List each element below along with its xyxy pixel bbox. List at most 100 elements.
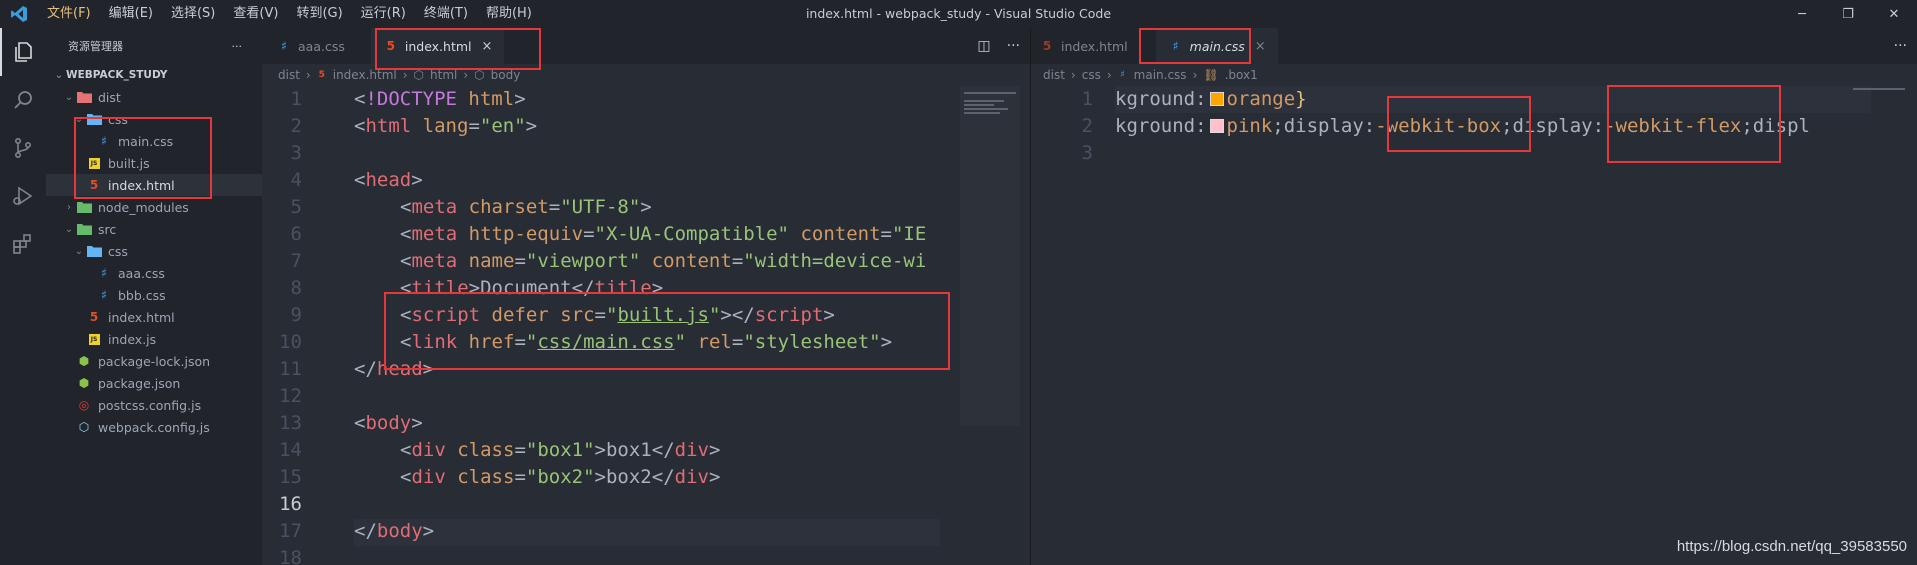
tree-item[interactable]: ⌄ css: [46, 240, 262, 262]
tree-item-label: postcss.config.js: [98, 397, 202, 413]
breadcrumb-item[interactable]: dist: [1043, 68, 1065, 82]
minimap-right[interactable]: [1849, 86, 1909, 94]
code-line: 3: [262, 140, 948, 167]
webpack-icon: ⬡: [78, 420, 90, 434]
editor-group-left: ♯ aaa.css 5 index.html × ◫ ··· dist › 5 i…: [262, 28, 1286, 565]
line-number: 12: [279, 385, 302, 407]
tree-item[interactable]: 5 index.html: [46, 306, 262, 328]
chevron-right-icon: ›: [1070, 68, 1076, 82]
breadcrumb-left: dist › 5 index.html › ⬡ html › ⬡ body: [262, 64, 1030, 86]
run-debug-icon[interactable]: [0, 172, 46, 220]
menu-file[interactable]: 文件(F): [38, 0, 100, 28]
menu-edit[interactable]: 编辑(E): [100, 0, 162, 28]
split-editor-icon[interactable]: ◫: [977, 38, 990, 54]
workspace-folder[interactable]: ⌄ WEBPACK_STUDY: [46, 64, 262, 86]
tree-item[interactable]: ⬢ package.json: [46, 372, 262, 394]
breadcrumb-item[interactable]: css: [1082, 68, 1101, 82]
source-control-icon[interactable]: [0, 124, 46, 172]
code-editor-left[interactable]: 1 <!DOCTYPE html> 2 <html lang="en"> 3 4 <h…: [262, 86, 948, 565]
chevron-down-icon: ⌄: [54, 69, 64, 81]
explorer-header: 资源管理器 ···: [46, 28, 262, 64]
breadcrumb-item[interactable]: .box1: [1225, 68, 1258, 82]
close-tab-icon[interactable]: ×: [1255, 39, 1266, 54]
restore-icon[interactable]: ❐: [1825, 0, 1871, 28]
menu-view[interactable]: 查看(V): [224, 0, 287, 28]
chevron-down-icon: ⌄: [74, 113, 84, 125]
html-file-icon: 5: [89, 178, 99, 192]
tree-item[interactable]: ⌄ css: [46, 108, 262, 130]
folder-red-icon: [76, 89, 92, 105]
css-file-icon: ♯: [101, 134, 107, 148]
line-number: 9: [290, 304, 302, 326]
folder-blue-icon: [86, 243, 102, 259]
menu-run[interactable]: 运行(R): [352, 0, 415, 28]
tree-item[interactable]: › node_modules: [46, 196, 262, 218]
tab-aaa-css[interactable]: ♯ aaa.css: [262, 28, 357, 64]
color-swatch-orange[interactable]: [1209, 92, 1224, 106]
breadcrumb-item[interactable]: index.html: [333, 68, 397, 82]
tree-item[interactable]: ⬢ package-lock.json: [46, 350, 262, 372]
tree-item[interactable]: ◎ postcss.config.js: [46, 394, 262, 416]
minimize-icon[interactable]: ─: [1779, 0, 1825, 28]
css-file-icon: ♯: [101, 266, 107, 280]
color-swatch-pink[interactable]: [1209, 119, 1224, 133]
breadcrumb-item[interactable]: main.css: [1134, 68, 1187, 82]
explorer-title: 资源管理器: [68, 40, 123, 53]
line-number: 2: [1081, 115, 1093, 137]
folder-green-icon: [76, 221, 92, 237]
extensions-icon[interactable]: [0, 220, 46, 268]
tree-item[interactable]: JS built.js: [46, 152, 262, 174]
tree-item[interactable]: ♯ aaa.css: [46, 262, 262, 284]
code-line: 1 <!DOCTYPE html>: [262, 86, 948, 113]
breadcrumb-item[interactable]: html: [430, 68, 457, 82]
explorer-icon[interactable]: [0, 28, 46, 76]
tree-item[interactable]: ⌄ src: [46, 218, 262, 240]
close-window-icon[interactable]: ✕: [1871, 0, 1917, 28]
js-file-icon: JS: [86, 331, 102, 347]
tree-item[interactable]: ♯ bbb.css: [46, 284, 262, 306]
tree-item-label: src: [98, 221, 117, 237]
more-actions-icon[interactable]: ···: [1894, 38, 1907, 54]
line-number: 16: [279, 493, 302, 515]
tab-actions-right: ···: [1894, 28, 1907, 64]
line-number: 17: [279, 520, 302, 542]
more-actions-icon[interactable]: ···: [1007, 38, 1020, 54]
tree-item-label: package-lock.json: [98, 353, 211, 369]
tree-item-label: webpack.config.js: [98, 419, 210, 435]
tab-index-html[interactable]: 5 index.html ×: [370, 28, 505, 64]
breadcrumb-item[interactable]: dist: [278, 68, 300, 82]
tab-actions-left: ◫ ···: [977, 28, 1020, 64]
menu-terminal[interactable]: 终端(T): [415, 0, 477, 28]
tree-item[interactable]: ♯ main.css: [46, 130, 262, 152]
window-controls: ─ ❐ ✕: [1779, 0, 1917, 28]
menu-help[interactable]: 帮助(H): [477, 0, 541, 28]
tab-main-css[interactable]: ♯ main.css ×: [1155, 28, 1278, 64]
tab-index-html-right[interactable]: 5 index.html: [1031, 28, 1140, 64]
tree-item[interactable]: ⬡ webpack.config.js: [46, 416, 262, 438]
menu-go[interactable]: 转到(G): [287, 0, 351, 28]
line-number: 8: [290, 277, 302, 299]
code-line: 3: [1031, 140, 1871, 167]
tree-item[interactable]: 5 index.html: [46, 174, 262, 196]
tree-item[interactable]: ⌄ dist: [46, 86, 262, 108]
editor-group-right: 5 index.html ♯ main.css × ··· dist › css ›…: [1030, 28, 1917, 565]
tree-item[interactable]: JS index.js: [46, 328, 262, 350]
menu-selection[interactable]: 选择(S): [162, 0, 224, 28]
watermark: https://blog.csdn.net/qq_39583550: [1676, 538, 1907, 555]
breadcrumb-item[interactable]: body: [491, 68, 521, 82]
line-number: 4: [290, 169, 302, 191]
symbol-icon: ⬡: [474, 68, 485, 82]
code-line: 16: [262, 491, 948, 518]
line-number: 13: [279, 412, 302, 434]
tab-bar-left: ♯ aaa.css 5 index.html × ◫ ···: [262, 28, 1030, 64]
close-tab-icon[interactable]: ×: [482, 39, 493, 54]
code-editor-right[interactable]: 1 kground: orange} 2 kground: pink;display:-…: [1031, 86, 1871, 176]
more-actions-icon[interactable]: ···: [232, 40, 243, 53]
symbol-icon: ⬡: [413, 68, 425, 82]
npm-json-icon: ⬢: [78, 376, 90, 390]
minimap-left[interactable]: [960, 86, 1020, 426]
line-number: 7: [290, 250, 302, 272]
search-icon[interactable]: [0, 76, 46, 124]
line-number: 5: [290, 196, 302, 218]
chevron-right-icon: ›: [67, 201, 71, 213]
